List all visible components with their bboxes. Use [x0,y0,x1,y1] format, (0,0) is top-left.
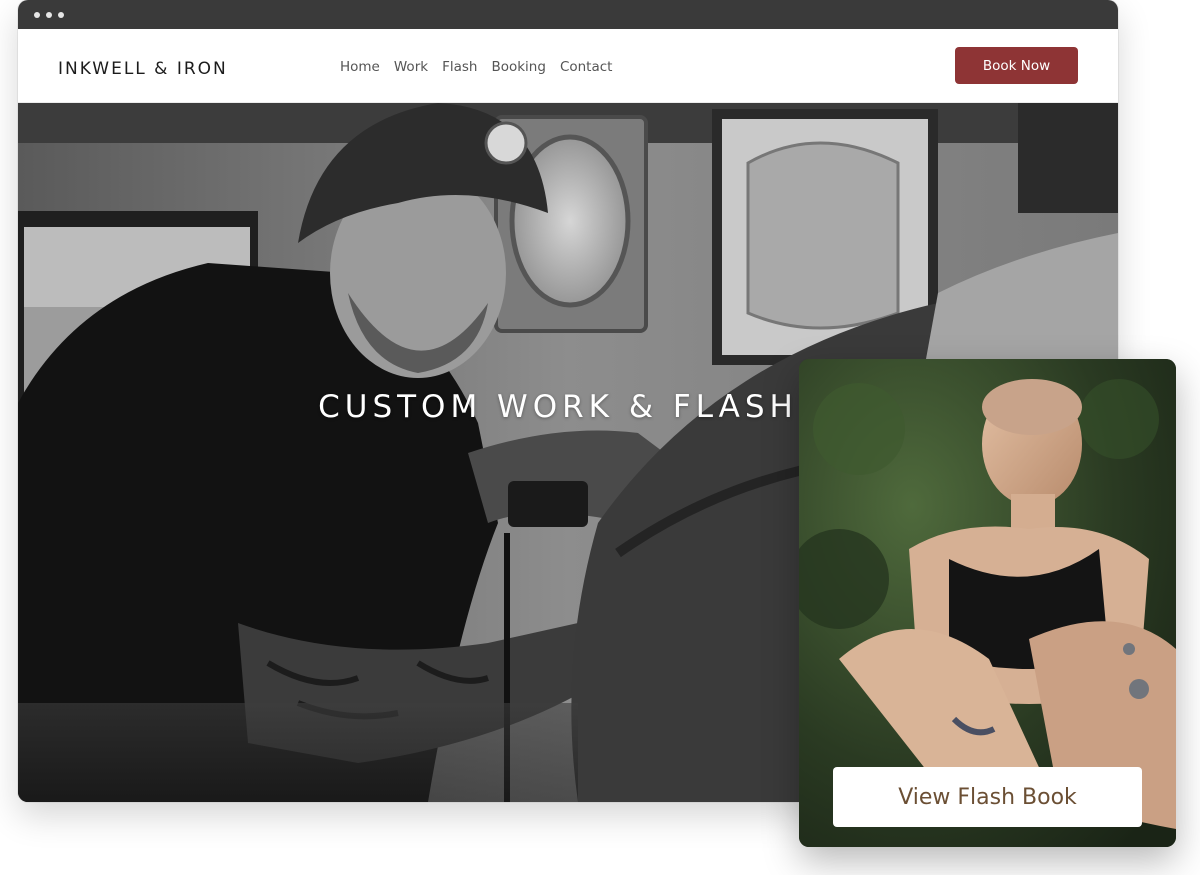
site-header: INKWELL & IRON Home Work Flash Booking C… [18,29,1118,103]
flash-book-card: View Flash Book [799,359,1176,847]
main-nav: Home Work Flash Booking Contact [340,59,612,75]
nav-link-home[interactable]: Home [340,59,380,75]
window-dot-icon [58,11,64,18]
view-flash-book-button[interactable]: View Flash Book [833,767,1142,827]
mockup-stage: INKWELL & IRON Home Work Flash Booking C… [0,0,1200,875]
book-now-button[interactable]: Book Now [955,47,1078,84]
window-dot-icon [34,11,40,18]
window-dot-icon [46,11,52,18]
browser-titlebar [18,0,1118,29]
nav-link-booking[interactable]: Booking [491,59,545,75]
nav-link-work[interactable]: Work [394,59,428,75]
nav-link-contact[interactable]: Contact [560,59,613,75]
site-logo[interactable]: INKWELL & IRON [58,59,228,79]
nav-link-flash[interactable]: Flash [442,59,477,75]
